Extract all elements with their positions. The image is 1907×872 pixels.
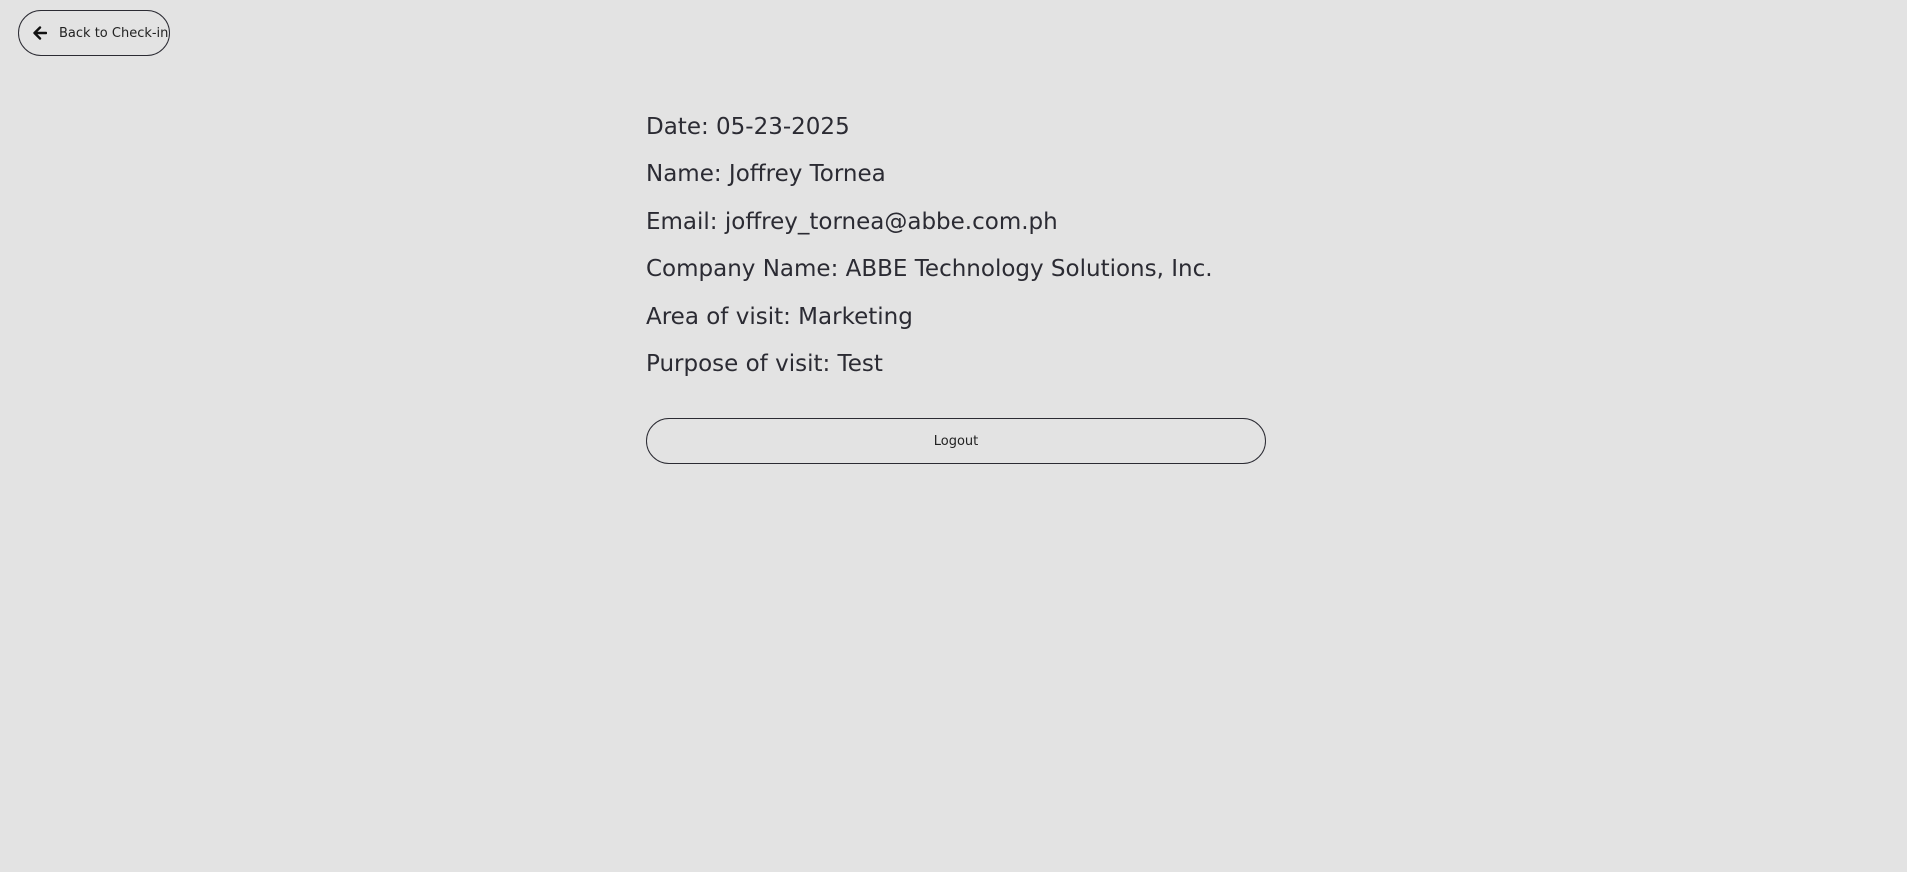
area-of-visit: Area of visit: Marketing [646, 303, 913, 330]
logout-button[interactable]: Logout [646, 418, 1266, 464]
back-to-checkin-label: Back to Check-in [59, 25, 169, 41]
back-to-checkin-button[interactable]: Back to Check-in [18, 10, 170, 56]
visitor-name: Name: Joffrey Tornea [646, 161, 886, 188]
visitor-email: Email: joffrey_tornea@abbe.com.ph [646, 208, 1058, 235]
arrow-left-icon [33, 26, 47, 40]
company-name: Company Name: ABBE Technology Solutions,… [646, 256, 1213, 283]
visit-date: Date: 05-23-2025 [646, 114, 850, 140]
purpose-of-visit: Purpose of visit: Test [646, 350, 883, 377]
visit-details: Date: 05-23-2025 Name: Joffrey Tornea Em… [646, 104, 1266, 388]
